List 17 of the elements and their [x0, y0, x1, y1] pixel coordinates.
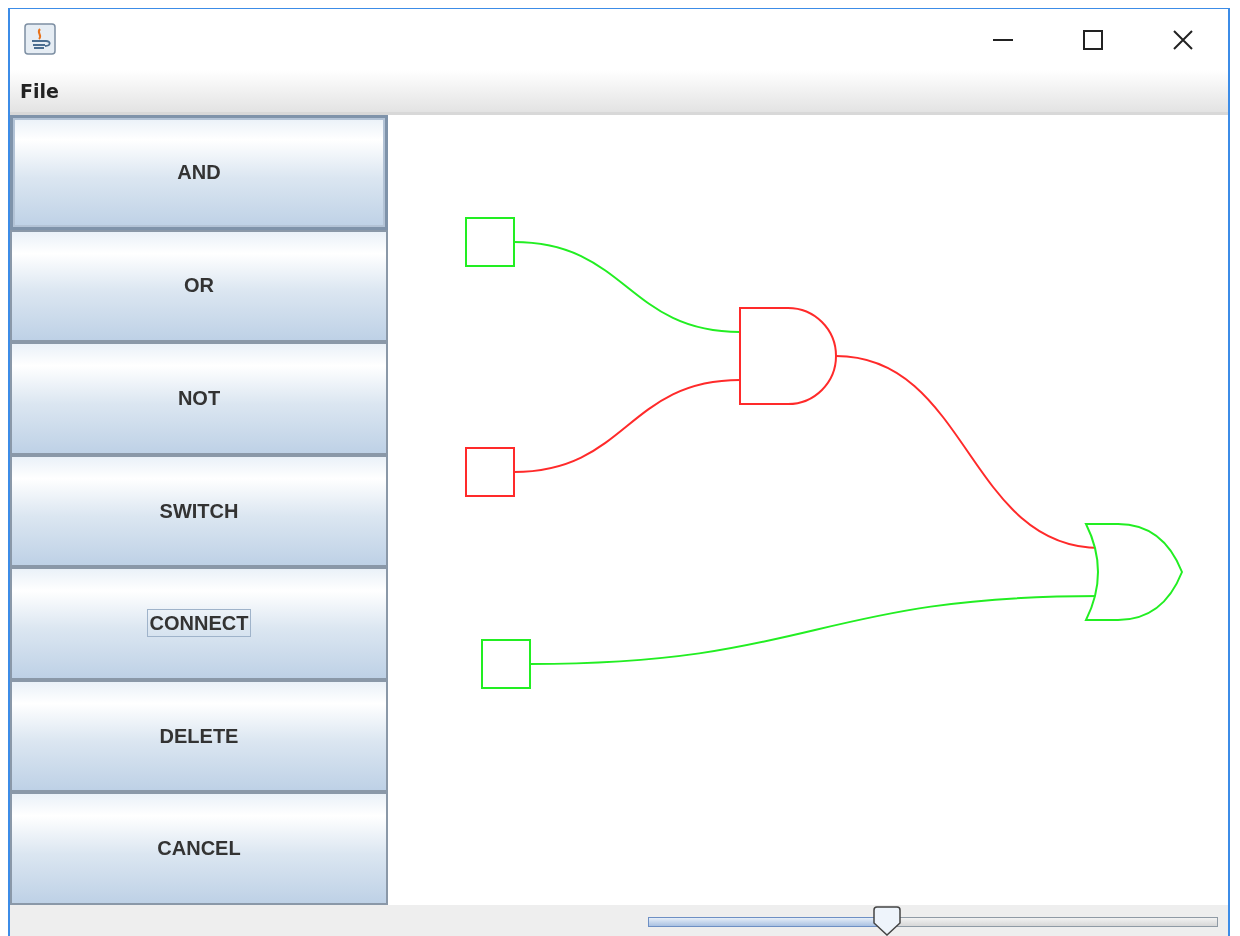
- switch-box[interactable]: [465, 447, 515, 497]
- tool-button[interactable]: NOT: [10, 342, 388, 455]
- tool-button[interactable]: SWITCH: [10, 454, 388, 568]
- tool-button[interactable]: CANCEL: [10, 792, 388, 906]
- maximize-icon[interactable]: [1082, 28, 1104, 51]
- menu-item[interactable]: File: [20, 80, 59, 102]
- slider-thumb[interactable]: [872, 905, 903, 936]
- tool-button[interactable]: DELETE: [10, 679, 388, 793]
- switch-box[interactable]: [465, 217, 515, 267]
- tool-button[interactable]: AND: [10, 115, 388, 230]
- app-icon: [24, 22, 56, 55]
- close-icon[interactable]: [1172, 28, 1194, 51]
- tool-button[interactable]: CONNECT: [10, 567, 388, 680]
- switch-box[interactable]: [481, 639, 531, 689]
- tool-button[interactable]: OR: [10, 229, 388, 343]
- zoom-slider[interactable]: [648, 905, 1218, 936]
- and-gate[interactable]: [739, 307, 837, 405]
